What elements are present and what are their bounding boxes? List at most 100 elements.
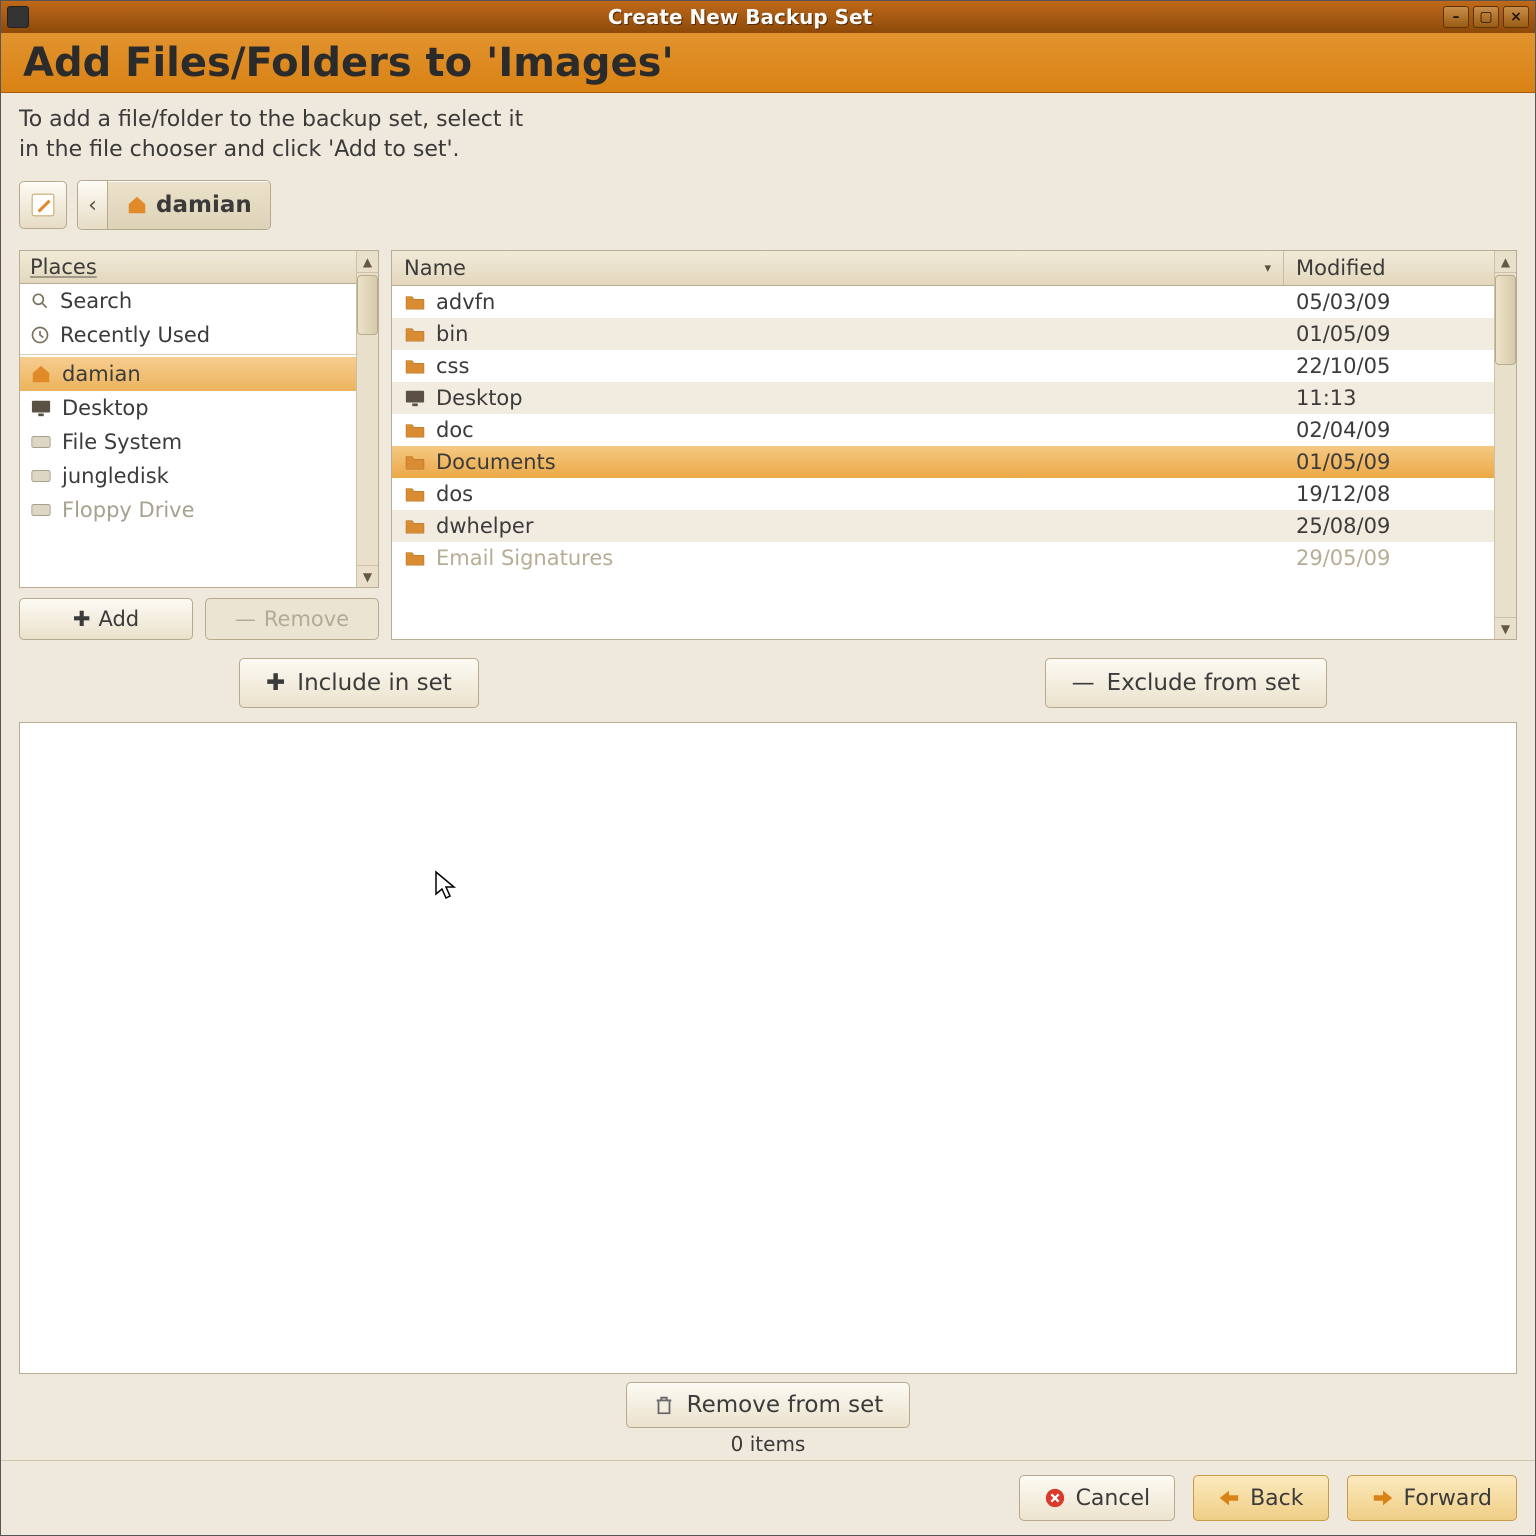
scroll-thumb[interactable] [357,275,378,335]
body-area: To add a file/folder to the backup set, … [1,93,1535,1460]
remove-from-set-button[interactable]: Remove from set [626,1382,911,1428]
exclude-from-set-button[interactable]: — Exclude from set [1045,658,1327,708]
close-button[interactable]: × [1503,6,1529,28]
file-name-cell: Email Signatures [392,542,1284,574]
file-modified-cell: 29/05/09 [1284,542,1494,574]
scroll-up-icon[interactable]: ▲ [1495,251,1516,273]
forward-label: Forward [1404,1486,1492,1511]
place-label: Floppy Drive [62,498,195,522]
chevron-down-icon: ▾ [1264,261,1271,276]
exclude-label: Exclude from set [1107,670,1300,696]
edit-path-button[interactable] [19,181,67,229]
places-item-damian[interactable]: damian [20,357,356,391]
pencil-icon [30,192,56,218]
drive-icon [30,468,52,484]
home-icon [30,363,52,385]
scroll-up-icon[interactable]: ▲ [357,251,378,273]
breadcrumb-current[interactable]: damian [108,181,270,229]
add-place-label: Add [98,607,139,631]
file-row[interactable]: advfn 05/03/09 [392,286,1494,318]
file-name: advfn [436,290,495,314]
file-name-cell: css [392,350,1284,382]
file-row[interactable]: dwhelper25/08/09 [392,510,1494,542]
file-row[interactable]: dos19/12/08 [392,478,1494,510]
file-row[interactable]: bin01/05/09 [392,318,1494,350]
file-name: Desktop [436,386,523,410]
file-name-cell: dos [392,478,1284,510]
instruction-text: To add a file/folder to the backup set, … [19,105,1517,164]
scroll-down-icon[interactable]: ▼ [357,565,378,587]
place-label: jungledisk [62,464,169,488]
folder-icon [404,549,426,567]
places-scrollbar[interactable]: ▲ ▼ [356,251,378,587]
file-name-cell: Desktop [392,382,1284,414]
include-exclude-bar: ✚ Include in set — Exclude from set [19,640,1517,718]
places-item-recently-used[interactable]: Recently Used [20,318,356,352]
places-item-file-system[interactable]: File System [20,425,356,459]
file-name-cell: bin [392,318,1284,350]
folder-icon [404,357,426,375]
column-header-modified[interactable]: Modified [1284,251,1494,285]
file-row[interactable]: Documents01/05/09 [392,446,1494,478]
window-title: Create New Backup Set [37,5,1443,29]
path-bar: ‹ damian [19,180,1517,230]
file-name-cell: Documents [392,446,1284,478]
titlebar: Create New Backup Set – ▢ × [1,1,1535,33]
backup-set-contents[interactable] [19,722,1517,1374]
file-name-cell: dwhelper [392,510,1284,542]
forward-button[interactable]: Forward [1347,1475,1517,1521]
include-in-set-button[interactable]: ✚ Include in set [239,658,479,708]
file-row[interactable]: Email Signatures 29/05/09 [392,542,1494,574]
cancel-button[interactable]: Cancel [1019,1475,1176,1521]
window-controls: – ▢ × [1443,6,1529,28]
file-modified-cell: 05/03/09 [1284,286,1494,318]
file-row[interactable]: Desktop11:13 [392,382,1494,414]
folder-icon [404,517,426,535]
maximize-button[interactable]: ▢ [1473,6,1499,28]
desktop-icon [404,388,426,408]
places-box: Places SearchRecently UseddamianDesktopF… [19,250,379,588]
places-buttons: ✚ Add — Remove [19,598,379,640]
filelist-scrollbar[interactable]: ▲ ▼ [1494,251,1516,639]
places-header[interactable]: Places [20,251,356,284]
file-chooser: Places SearchRecently UseddamianDesktopF… [19,250,1517,640]
places-item-search[interactable]: Search [20,284,356,318]
scroll-thumb[interactable] [1495,275,1516,365]
file-name: Documents [436,450,556,474]
place-label: Recently Used [60,323,210,347]
places-item-jungledisk[interactable]: jungledisk [20,459,356,493]
file-row[interactable]: doc02/04/09 [392,414,1494,446]
place-label: Search [60,289,132,313]
places-list: Places SearchRecently UseddamianDesktopF… [20,251,356,587]
file-modified-cell: 02/04/09 [1284,414,1494,446]
page-title: Add Files/Folders to 'Images' [23,40,674,86]
file-row[interactable]: css22/10/05 [392,350,1494,382]
remove-place-label: Remove [264,607,349,631]
path-back-button[interactable]: ‹ [78,181,108,229]
file-modified-cell: 19/12/08 [1284,478,1494,510]
places-item-desktop[interactable]: Desktop [20,391,356,425]
file-name: Email Signatures [436,546,613,570]
folder-icon [404,421,426,439]
remove-label: Remove from set [687,1392,884,1418]
arrow-right-icon [1372,1488,1394,1508]
file-modified-cell: 22/10/05 [1284,350,1494,382]
column-header-name[interactable]: Name ▾ [392,251,1284,285]
arrow-left-icon [1218,1488,1240,1508]
back-button[interactable]: Back [1193,1475,1328,1521]
folder-icon [404,325,426,343]
folder-icon [404,293,426,311]
folder-icon [404,453,426,471]
remove-bar: Remove from set 0 items [19,1374,1517,1460]
status-items-count: 0 items [731,1432,806,1456]
file-modified-cell: 25/08/09 [1284,510,1494,542]
drive-icon [30,434,52,450]
minimize-button[interactable]: – [1443,6,1469,28]
breadcrumb: ‹ damian [77,180,271,230]
scroll-down-icon[interactable]: ▼ [1495,617,1516,639]
plus-icon: ✚ [73,607,91,631]
dialog-footer: Cancel Back Forward [1,1460,1535,1535]
home-icon [126,194,148,216]
add-place-button[interactable]: ✚ Add [19,598,193,640]
folder-icon [404,485,426,503]
